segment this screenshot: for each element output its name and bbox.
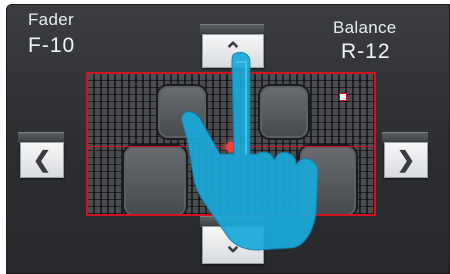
position-indicator-dot[interactable]: [226, 142, 236, 152]
chevron-left-icon: ❮: [32, 147, 52, 172]
fader-down-button[interactable]: ⌄: [202, 226, 264, 264]
balance-right-button[interactable]: ❯: [384, 142, 428, 178]
audio-balance-fader-screen: Fader F-10 Balance R-12 ⌃ ❮ ❯ ⌄: [6, 4, 450, 274]
chevron-up-icon: ⌃: [223, 38, 243, 63]
chevron-down-icon: ⌄: [223, 232, 243, 257]
seat-front-right: [258, 84, 310, 140]
chevron-right-icon: ❯: [396, 147, 416, 172]
fader-value: F-10: [28, 34, 76, 57]
balance-left-button[interactable]: ❮: [20, 142, 64, 178]
target-position-marker: [339, 93, 347, 101]
seat-rear-left: [122, 144, 188, 214]
fader-label: Fader: [28, 10, 74, 29]
fader-up-button[interactable]: ⌃: [202, 34, 264, 68]
balance-label: Balance: [333, 18, 397, 37]
seat-rear-right: [298, 144, 358, 214]
balance-value: R-12: [341, 40, 391, 63]
seat-front-left: [156, 84, 208, 140]
